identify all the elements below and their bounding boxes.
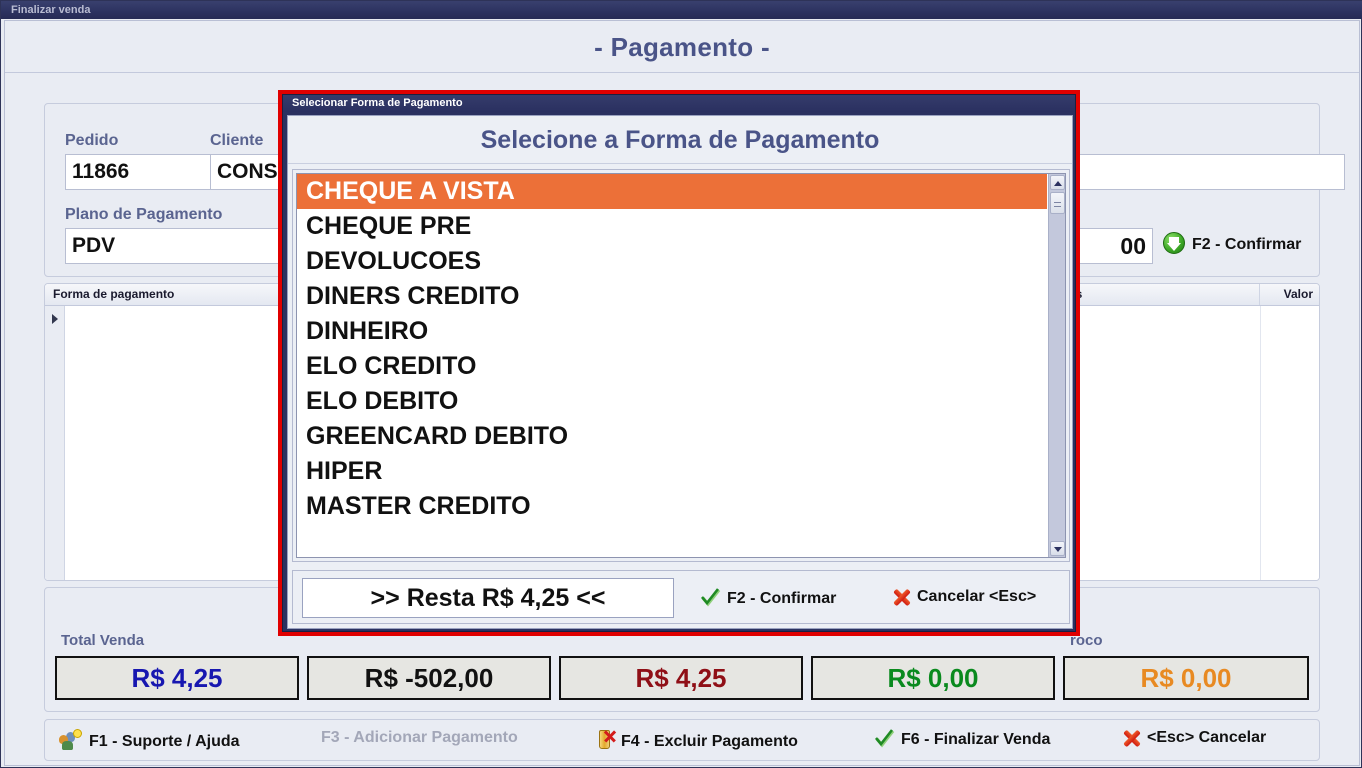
page-title: - Pagamento - [594,32,770,62]
fn-esc-label: <Esc> Cancelar [1147,729,1267,746]
payment-method-options: CHEQUE A VISTA CHEQUE PRE DEVOLUCOES DINERS… [297,174,1047,524]
payment-method-option[interactable]: HIPER [297,454,1047,489]
payment-method-option[interactable]: DINERS CREDITO [297,279,1047,314]
confirm-payment-button[interactable]: F2 - Confirmar [1163,232,1301,254]
grid-col-valor[interactable]: Valor [1260,284,1319,305]
scrollbar-thumb[interactable] [1050,192,1065,214]
listbox-scrollbar[interactable] [1048,174,1065,557]
dialog-cancel-label: Cancelar <Esc> [917,588,1037,605]
fn-f4-excluir-pagamento[interactable]: F4 - Excluir Pagamento [597,729,798,751]
payment-method-listbox-wrap: CHEQUE A VISTA CHEQUE PRE DEVOLUCOES DINERS… [292,169,1070,562]
confirm-payment-label: F2 - Confirmar [1192,236,1302,253]
dialog-confirm-label: F2 - Confirmar [727,590,837,607]
fn-f3-adicionar-pagamento: F3 - Adicionar Pagamento [321,729,518,747]
summary-value-2: R$ -502,00 [307,656,551,700]
summary-value-4: R$ 0,00 [811,656,1055,700]
payment-method-option[interactable]: DINHEIRO [297,314,1047,349]
fn-f3-label: F3 - Adicionar Pagamento [321,729,518,746]
plano-pagamento-label: Plano de Pagamento [65,206,223,223]
window-caption: Finalizar venda [1,1,1362,19]
remaining-amount-display: >> Resta R$ 4,25 << [302,578,674,618]
support-icon [59,729,83,751]
scroll-up-button[interactable] [1050,175,1065,190]
x-icon [1123,729,1141,748]
dialog-caption: Selecionar Forma de Pagamento [283,95,1075,112]
application-window: Finalizar venda - Pagamento - Pedido 118… [0,0,1362,768]
payment-method-option[interactable]: GREENCARD DEBITO [297,419,1047,454]
cliente-label: Cliente [210,132,264,149]
fn-f1-suporte-ajuda[interactable]: F1 - Suporte / Ajuda [59,729,240,751]
pedido-input[interactable]: 11866 [65,154,220,190]
payment-method-option[interactable]: CHEQUE A VISTA [297,174,1047,209]
dialog-footer: >> Resta R$ 4,25 << F2 - Confirmar Cance… [292,570,1070,624]
fn-f6-finalizar-venda[interactable]: F6 - Finalizar Venda [875,729,1050,749]
check-icon [701,588,721,608]
check-icon [875,729,895,749]
dialog-confirm-button[interactable]: F2 - Confirmar [701,588,836,608]
grid-row-marker [45,306,65,580]
page-title-bar: - Pagamento - [5,21,1359,73]
summary-value-total-venda: R$ 4,25 [55,656,299,700]
green-down-arrow-icon [1163,232,1185,254]
chevron-up-icon [1054,181,1062,186]
fn-f6-label: F6 - Finalizar Venda [901,731,1051,748]
delete-icon [597,729,616,751]
payment-method-option[interactable]: MASTER CREDITO [297,489,1047,524]
fn-f1-label: F1 - Suporte / Ajuda [89,733,240,750]
payment-method-listbox[interactable]: CHEQUE A VISTA CHEQUE PRE DEVOLUCOES DINERS… [296,173,1066,558]
pedido-label: Pedido [65,132,119,149]
payment-method-option[interactable]: ELO CREDITO [297,349,1047,384]
scroll-down-button[interactable] [1050,541,1065,556]
summary-label-total-venda: Total Venda [61,632,145,649]
dialog-body: Selecione a Forma de Pagamento CHEQUE A … [287,115,1073,629]
dialog-cancel-button[interactable]: Cancelar <Esc> [893,588,1037,607]
x-icon [893,588,911,607]
payment-method-option[interactable]: ELO DEBITO [297,384,1047,419]
fn-esc-cancelar[interactable]: <Esc> Cancelar [1123,729,1267,748]
grid-divider [1260,306,1261,580]
dialog-heading: Selecione a Forma de Pagamento [288,116,1072,164]
summary-value-troco: R$ 0,00 [1063,656,1309,700]
fn-f4-label: F4 - Excluir Pagamento [621,733,798,750]
dialog-frame: Selecionar Forma de Pagamento Selecione … [282,94,1076,632]
payment-method-dialog: Selecionar Forma de Pagamento Selecione … [278,90,1080,636]
function-key-bar: F1 - Suporte / Ajuda F3 - Adicionar Paga… [44,719,1320,761]
grid-col-parcelas[interactable]: as [1065,284,1260,305]
chevron-down-icon [1054,547,1062,552]
payment-method-option[interactable]: DEVOLUCOES [297,244,1047,279]
payment-method-option[interactable]: CHEQUE PRE [297,209,1047,244]
summary-value-3: R$ 4,25 [559,656,803,700]
